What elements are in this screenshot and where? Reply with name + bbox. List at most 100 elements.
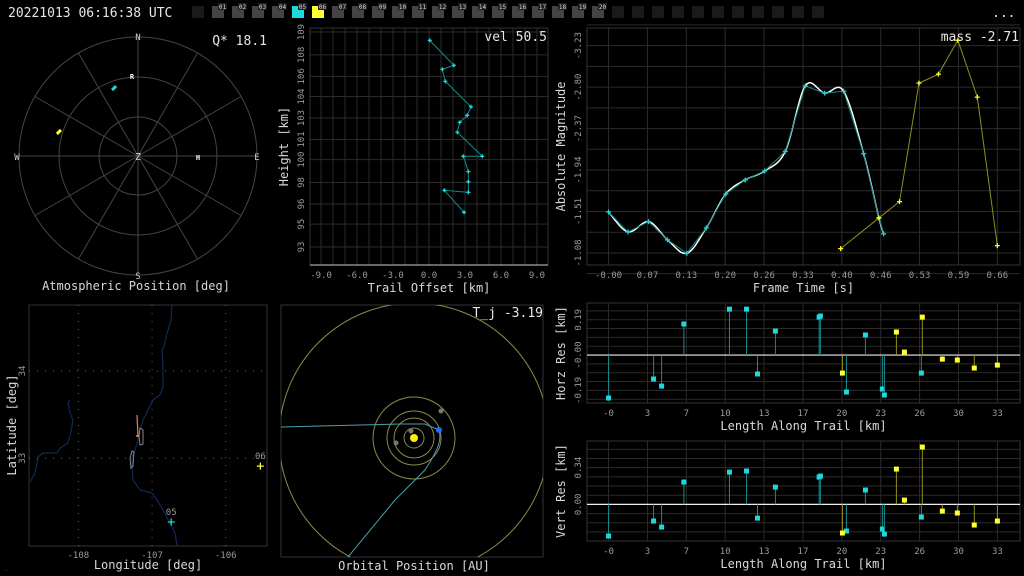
y-tick-label: 34 bbox=[18, 366, 28, 377]
x-axis-label: Length Along Trail [km] bbox=[720, 419, 886, 433]
orbital-position-panel: T_j -3.19 Orbital Position [AU] bbox=[280, 304, 544, 573]
station-box[interactable] bbox=[792, 6, 804, 18]
station-toggle-empty[interactable] bbox=[672, 6, 684, 18]
station-toggle-empty[interactable] bbox=[692, 6, 704, 18]
residual-marker bbox=[839, 530, 845, 536]
station-box[interactable] bbox=[192, 6, 204, 18]
station-toggle-06[interactable]: 06 bbox=[312, 3, 327, 18]
station-toggle-05[interactable]: 05 bbox=[292, 3, 307, 18]
more-menu-button[interactable]: ... bbox=[992, 6, 1015, 21]
residual-marker bbox=[817, 473, 823, 479]
timestamp: 20221013 06:16:38 UTC bbox=[8, 6, 172, 21]
station-toggle-08[interactable]: 08 bbox=[352, 3, 367, 18]
residual-marker bbox=[918, 370, 924, 376]
station-toggle-09[interactable]: 09 bbox=[372, 3, 387, 18]
station-box[interactable] bbox=[732, 6, 744, 18]
station-box[interactable] bbox=[672, 6, 684, 18]
light-curve-fit bbox=[607, 82, 885, 255]
station-toggle-04[interactable]: 04 bbox=[272, 3, 287, 18]
station-box[interactable] bbox=[632, 6, 644, 18]
magnitude-chart: -0.00 0.07 0.13 0.20 0.26 0.33 0.40 0.46 0.53 0.5… bbox=[554, 24, 1021, 295]
station-toggle-empty[interactable] bbox=[192, 6, 204, 18]
station-box[interactable] bbox=[752, 6, 764, 18]
height-vs-offset-chart: -9.0 -6.0 -3.0 0.0 3.0 6.0 9.0 109 108 106 104 103 1… bbox=[277, 24, 549, 295]
ground-map-panel: -108 -107 -1063433Longitude [deg]Latitude … bbox=[5, 304, 268, 572]
x-tick-label: -0 bbox=[603, 409, 614, 419]
y-tick-label: 0.00 bbox=[574, 494, 584, 516]
station-toggle-12[interactable]: 12 bbox=[432, 3, 447, 18]
residual-marker bbox=[881, 392, 887, 398]
panel-title: Orbital Position [AU] bbox=[338, 559, 490, 573]
station-toggle-07[interactable]: 07 bbox=[332, 3, 347, 18]
station-box[interactable] bbox=[692, 6, 704, 18]
data-point-marker bbox=[466, 179, 471, 184]
station-toggle-empty[interactable] bbox=[772, 6, 784, 18]
residual-marker bbox=[843, 389, 849, 395]
station-toggle-02[interactable]: 02 bbox=[232, 3, 247, 18]
x-tick-label: -6.0 bbox=[346, 271, 368, 281]
x-tick-label: 0.07 bbox=[637, 271, 659, 281]
station-toggle-17[interactable]: 17 bbox=[532, 3, 547, 18]
station-box[interactable] bbox=[652, 6, 664, 18]
meteor-ground-track bbox=[136, 414, 139, 438]
y-tick-label: -1.08 bbox=[574, 239, 584, 266]
station-toggle-empty[interactable] bbox=[612, 6, 624, 18]
station-toggle-empty[interactable] bbox=[712, 6, 724, 18]
y-tick-label: -1.51 bbox=[574, 198, 584, 225]
station-toggle-empty[interactable] bbox=[652, 6, 664, 18]
station-toggle-empty[interactable] bbox=[752, 6, 764, 18]
residual-marker bbox=[994, 362, 1000, 368]
azimuth-spoke bbox=[137, 155, 242, 216]
plot-frame bbox=[28, 304, 268, 547]
station-toggle-13[interactable]: 13 bbox=[452, 3, 467, 18]
x-tick-label: 33 bbox=[992, 547, 1003, 557]
x-tick-label: 3.0 bbox=[457, 271, 473, 281]
station-toggle-03[interactable]: 03 bbox=[252, 3, 267, 18]
x-tick-label: 26 bbox=[914, 547, 925, 557]
y-tick-label: -2.37 bbox=[574, 115, 584, 142]
y-tick-label: 106 bbox=[297, 68, 307, 84]
station-box[interactable] bbox=[772, 6, 784, 18]
data-point-marker bbox=[256, 462, 264, 470]
station-toggle-empty[interactable] bbox=[812, 6, 824, 18]
station-toggle-empty[interactable] bbox=[792, 6, 804, 18]
station-box[interactable] bbox=[612, 6, 624, 18]
residual-marker bbox=[919, 314, 925, 320]
q-star-annotation: Q* 18.1 bbox=[212, 34, 267, 49]
planet-venus bbox=[393, 440, 399, 446]
station-label-06: 06 bbox=[255, 452, 266, 462]
residual-marker bbox=[744, 306, 750, 312]
station-box[interactable] bbox=[812, 6, 824, 18]
x-tick-label: -9.0 bbox=[310, 271, 332, 281]
y-tick-label: 101 bbox=[297, 131, 307, 147]
data-point-marker bbox=[466, 169, 471, 174]
station-label: 06 bbox=[319, 4, 327, 11]
data-point-marker bbox=[935, 71, 941, 77]
x-tick-label: 30 bbox=[953, 547, 964, 557]
station-toggle-16[interactable]: 16 bbox=[512, 3, 527, 18]
station-toggle-18[interactable]: 18 bbox=[552, 3, 567, 18]
station-box[interactable] bbox=[712, 6, 724, 18]
station-label: 07 bbox=[339, 4, 347, 11]
station-toggle-01[interactable]: 01 bbox=[212, 3, 227, 18]
residual-marker bbox=[862, 487, 868, 493]
station-toggle-14[interactable]: 14 bbox=[472, 3, 487, 18]
station-toggle-11[interactable]: 11 bbox=[412, 3, 427, 18]
station-toggle-15[interactable]: 15 bbox=[492, 3, 507, 18]
y-axis-label: Latitude [deg] bbox=[5, 374, 19, 475]
residual-marker bbox=[971, 365, 977, 371]
station-label: 09 bbox=[379, 4, 387, 11]
station-toggle-empty[interactable] bbox=[632, 6, 644, 18]
station-toggle-19[interactable]: 19 bbox=[572, 3, 587, 18]
x-tick-label: 20 bbox=[836, 547, 847, 557]
station-toggle-10[interactable]: 10 bbox=[392, 3, 407, 18]
y-tick-label: 104 bbox=[297, 88, 307, 104]
residual-marker bbox=[954, 357, 960, 363]
station-selector[interactable]: 01 02 03 04 05 06 07 08 09 10 11 12 13 14 15 16 17 18 19 20 bbox=[192, 3, 824, 18]
x-tick-label: 7 bbox=[684, 547, 689, 557]
x-tick-label: 17 bbox=[798, 409, 809, 419]
x-tick-label: 0.46 bbox=[870, 271, 892, 281]
station-toggle-empty[interactable] bbox=[732, 6, 744, 18]
station-toggle-20[interactable]: 20 bbox=[592, 3, 607, 18]
station-06-track bbox=[55, 128, 62, 136]
